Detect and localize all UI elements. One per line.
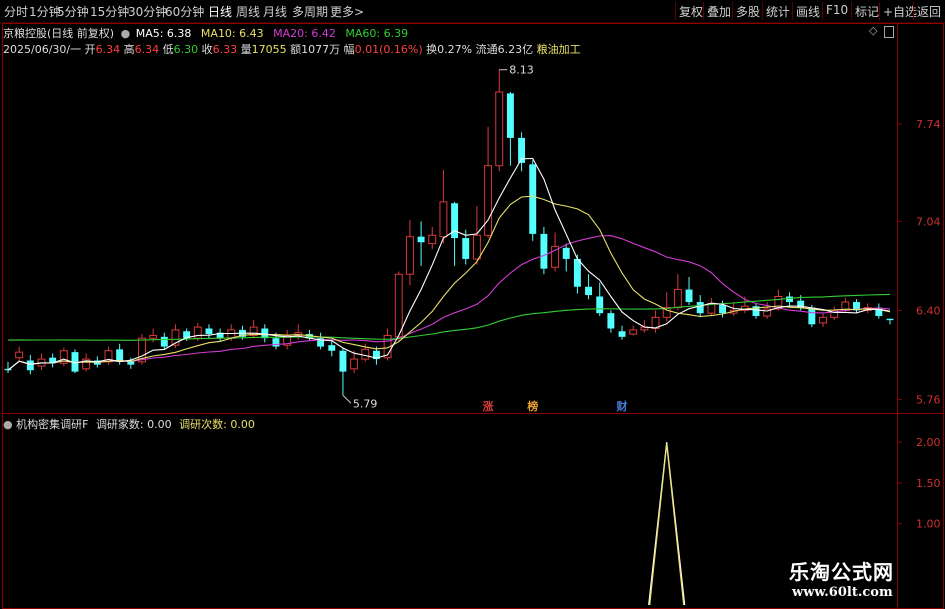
candle-body-up [629,329,638,335]
candle-body-up [361,348,370,360]
candle-body-down [808,307,816,325]
candle-body-down [462,238,470,259]
candle-body-up [394,273,403,338]
y-tick-label: 6.40 [916,304,941,317]
indicator-series2: 调研次数: 0.00 [179,418,255,431]
event-marker-2: 财 [616,399,628,413]
candle-body-down [339,350,347,372]
candle-body-up [227,329,236,339]
candle-body-up [405,236,414,275]
indicator-tick-label: 1.50 [916,477,941,490]
candle-body-up [495,91,504,167]
indicator-tick-label: 1.00 [916,518,941,531]
ma60-line [7,293,891,341]
indicator-header: ● 机构密集调研F 调研家数: 0.00 调研次数: 0.00 [3,416,255,432]
candle-body-down [562,247,570,259]
candle-body-down [205,328,213,335]
y-tick-label: 7.04 [916,215,941,228]
y-tick-label: 7.74 [916,118,941,131]
candle-body-down [328,345,336,351]
candlestick-chart[interactable]: 7.74 7.04 6.40 5.76 8.13 5.79 涨 榜 财 2.00 1.50 1.00 [0,0,945,609]
candle-body-down [26,360,34,371]
candle-body-down [585,286,593,296]
watermark-url: www.60lt.com [792,585,893,600]
candle-body-down [607,313,615,329]
candle-body-down [596,296,604,314]
indicator-name[interactable]: 机构密集调研F [16,418,88,431]
indicator-series2-line [649,444,685,606]
candle-body-down [160,336,168,347]
candle-body-up [149,334,158,339]
y-tick-label: 5.76 [916,393,941,406]
candle-body-down [540,233,548,269]
candle-body-up [819,316,827,324]
candle-body-down [573,258,581,287]
event-marker-0: 涨 [483,399,494,413]
indicator-settings-icon[interactable]: ● [3,418,13,431]
candle-body-up [439,201,448,238]
candle-body-down [719,304,726,314]
candle-body-down [417,236,425,243]
candle-body-up [193,326,202,339]
candle-body-up [350,358,359,370]
candle-body-down [618,331,626,337]
candle-body-down [506,93,514,138]
candle-body-up [673,289,682,309]
candle-body-down [529,164,537,234]
candle-body-up [472,234,481,260]
candle-body-down [786,296,793,303]
indicator-series1-line [648,442,686,606]
candle-body-up [484,165,493,236]
indicator-tick-label: 2.00 [916,436,941,449]
max-price-label: 8.13 [509,64,533,77]
candle-body-up [428,234,437,245]
watermark-title: 乐淘公式网 [789,560,894,584]
min-pointer [342,394,352,404]
candle-body-down [696,302,704,314]
event-marker-1: 榜 [527,399,538,413]
min-price-label: 5.79 [353,397,378,410]
candle-body-down [685,289,693,303]
indicator-series1: 调研家数: 0.00 [95,418,172,431]
candle-body-down [886,318,894,321]
candle-body-up [15,351,24,359]
candle-body-down [272,338,280,347]
